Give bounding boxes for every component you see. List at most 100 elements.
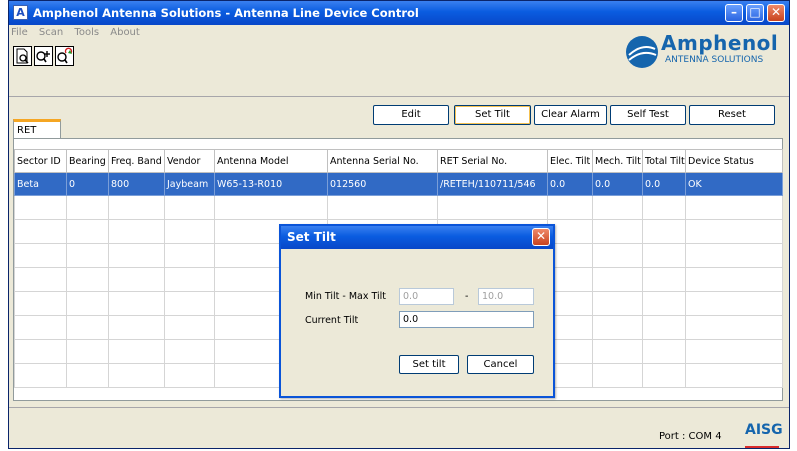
cell[interactable] xyxy=(592,243,643,268)
col-header[interactable]: Elec. Tilt xyxy=(547,149,593,173)
minimize-button[interactable]: – xyxy=(725,4,743,22)
cell[interactable] xyxy=(108,195,165,220)
title-bar[interactable]: A Amphenol Antenna Solutions - Antenna L… xyxy=(9,1,789,25)
cancel-button[interactable]: Cancel xyxy=(467,355,534,374)
cell[interactable] xyxy=(642,243,686,268)
cell[interactable]: W65-13-R010 xyxy=(214,172,328,196)
set-tilt-confirm-button[interactable]: Set tilt xyxy=(399,355,459,374)
cell[interactable] xyxy=(164,363,215,388)
menu-file[interactable]: File xyxy=(11,27,28,38)
cell[interactable] xyxy=(685,195,783,220)
col-header[interactable]: Antenna Serial No. xyxy=(327,149,438,173)
cell[interactable] xyxy=(66,219,109,244)
col-header[interactable]: Device Status xyxy=(685,149,783,173)
cell[interactable] xyxy=(685,267,783,292)
col-header[interactable]: Freq. Band xyxy=(108,149,165,173)
col-header[interactable]: Antenna Model xyxy=(214,149,328,173)
col-header[interactable]: Bearing xyxy=(66,149,109,173)
cell[interactable]: Jaybeam xyxy=(164,172,215,196)
cell[interactable] xyxy=(66,363,109,388)
cell[interactable]: 0.0 xyxy=(547,172,593,196)
cell[interactable] xyxy=(66,195,109,220)
menu-tools[interactable]: Tools xyxy=(74,27,99,38)
cell[interactable] xyxy=(685,291,783,316)
cell[interactable] xyxy=(685,339,783,364)
col-header[interactable]: RET Serial No. xyxy=(437,149,548,173)
cell[interactable] xyxy=(164,195,215,220)
cell[interactable]: 800 xyxy=(108,172,165,196)
cell[interactable] xyxy=(164,219,215,244)
cell[interactable] xyxy=(108,267,165,292)
cell[interactable]: 0.0 xyxy=(592,172,643,196)
edit-button[interactable]: Edit xyxy=(373,105,449,125)
maximize-button[interactable]: □ xyxy=(746,4,764,22)
cell[interactable] xyxy=(66,339,109,364)
cell[interactable] xyxy=(642,219,686,244)
empty-row[interactable] xyxy=(14,195,783,220)
self-test-button[interactable]: Self Test xyxy=(610,105,686,125)
cell[interactable] xyxy=(642,315,686,340)
cell[interactable] xyxy=(14,243,67,268)
cell[interactable] xyxy=(108,291,165,316)
col-header[interactable]: Total Tilt xyxy=(642,149,686,173)
col-header[interactable]: Vendor xyxy=(164,149,215,173)
cell[interactable] xyxy=(14,219,67,244)
cell[interactable] xyxy=(642,291,686,316)
cell[interactable] xyxy=(164,339,215,364)
close-button[interactable]: ✕ xyxy=(767,4,785,22)
cell[interactable] xyxy=(685,243,783,268)
cell[interactable] xyxy=(642,267,686,292)
cell[interactable] xyxy=(592,195,643,220)
dialog-title-bar[interactable]: Set Tilt ✕ xyxy=(281,226,553,249)
preview-button[interactable] xyxy=(13,46,32,66)
cell[interactable]: 012560 xyxy=(327,172,438,196)
col-header[interactable]: Sector ID xyxy=(14,149,67,173)
cell[interactable] xyxy=(164,243,215,268)
menu-scan[interactable]: Scan xyxy=(39,27,63,38)
cell[interactable]: /RETEH/110711/546 xyxy=(437,172,548,196)
clear-alarm-button[interactable]: Clear Alarm xyxy=(534,105,607,125)
cell[interactable] xyxy=(592,315,643,340)
cell[interactable] xyxy=(437,195,548,220)
cell[interactable] xyxy=(66,315,109,340)
cell[interactable] xyxy=(214,195,328,220)
cell[interactable] xyxy=(108,219,165,244)
cell[interactable] xyxy=(592,219,643,244)
cell[interactable] xyxy=(14,315,67,340)
cell[interactable] xyxy=(642,195,686,220)
cell[interactable] xyxy=(327,195,438,220)
current-tilt-input[interactable] xyxy=(399,311,534,328)
cell[interactable] xyxy=(14,291,67,316)
cell[interactable] xyxy=(66,267,109,292)
cell[interactable] xyxy=(108,315,165,340)
cell[interactable] xyxy=(164,315,215,340)
menu-about[interactable]: About xyxy=(110,27,140,38)
cell[interactable] xyxy=(592,291,643,316)
cell[interactable] xyxy=(14,363,67,388)
cell[interactable] xyxy=(642,363,686,388)
cell[interactable]: Beta xyxy=(14,172,67,196)
cell[interactable] xyxy=(14,339,67,364)
cell[interactable]: 0 xyxy=(66,172,109,196)
min-tilt-input[interactable] xyxy=(399,288,454,305)
cell[interactable]: 0.0 xyxy=(642,172,686,196)
cell[interactable] xyxy=(547,195,593,220)
set-tilt-button[interactable]: Set Tilt xyxy=(454,105,531,125)
cell[interactable] xyxy=(14,267,67,292)
cell[interactable]: OK xyxy=(685,172,783,196)
cell[interactable] xyxy=(592,363,643,388)
cell[interactable] xyxy=(164,267,215,292)
cell[interactable] xyxy=(685,315,783,340)
max-tilt-input[interactable] xyxy=(478,288,534,305)
cell[interactable] xyxy=(685,219,783,244)
cell[interactable] xyxy=(592,339,643,364)
table-row[interactable]: Beta 0 800 Jaybeam W65-13-R010 012560 /R… xyxy=(14,172,783,196)
zoom-in-button[interactable] xyxy=(34,46,53,66)
tab-ret[interactable]: RET xyxy=(13,119,61,139)
dialog-close-button[interactable]: ✕ xyxy=(532,228,550,246)
cell[interactable] xyxy=(14,195,67,220)
cell[interactable] xyxy=(592,267,643,292)
cell[interactable] xyxy=(66,291,109,316)
cell[interactable] xyxy=(108,243,165,268)
col-header[interactable]: Mech. Tilt xyxy=(592,149,643,173)
